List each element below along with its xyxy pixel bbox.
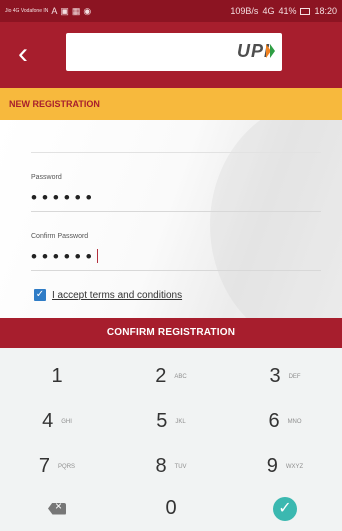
gallery-icon: ▣ xyxy=(60,5,69,16)
done-check-icon: ✓ xyxy=(273,496,297,521)
confirm-password-label: Confirm Password xyxy=(31,233,89,240)
background-swoosh xyxy=(210,120,342,318)
key-8[interactable]: 8 TUV xyxy=(114,444,228,489)
terms-link[interactable]: I accept terms and conditions xyxy=(52,290,182,301)
text-cursor xyxy=(96,249,98,263)
key-9-number: 9 xyxy=(266,455,278,477)
key-9[interactable]: 9 WXYZ xyxy=(228,444,342,489)
notification-icon: ◉ xyxy=(83,5,92,16)
key-4-number: 4 xyxy=(42,410,54,432)
key-3-number: 3 xyxy=(269,365,281,387)
key-0-number: 0 xyxy=(165,497,177,519)
key-5-number: 5 xyxy=(156,410,168,432)
message-icon: ▦ xyxy=(71,5,81,16)
password-label: Password xyxy=(31,174,62,181)
field-divider xyxy=(31,152,321,153)
confirm-password-input[interactable]: •••••• xyxy=(31,247,321,267)
key-7-letters: PQRS xyxy=(58,463,76,470)
key-8-letters: TUV xyxy=(174,463,187,470)
key-9-letters: WXYZ xyxy=(285,463,304,470)
key-3[interactable]: 3 DEF xyxy=(228,354,342,399)
battery-icon xyxy=(300,7,311,15)
key-3-letters: DEF xyxy=(288,373,301,380)
key-2-letters: ABC xyxy=(174,373,187,380)
done-key[interactable]: ✓ xyxy=(228,486,342,531)
key-5[interactable]: 5 JKL xyxy=(114,399,228,444)
battery-level: 41% xyxy=(278,6,297,16)
confirm-password-field[interactable]: Confirm Password •••••• xyxy=(31,233,321,271)
key-8-number: 8 xyxy=(155,455,167,477)
section-title: NEW REGISTRATION xyxy=(0,88,342,120)
backspace-icon xyxy=(48,502,66,515)
backspace-key[interactable] xyxy=(0,486,114,531)
password-field[interactable]: Password •••••• xyxy=(31,174,321,212)
confirm-registration-button[interactable]: CONFIRM REGISTRATION xyxy=(0,318,342,348)
network-speed: 109B/s xyxy=(230,6,259,16)
key-4-letters: GHI xyxy=(61,418,72,425)
confirm-password-underline xyxy=(31,270,321,271)
key-6-number: 6 xyxy=(268,410,280,432)
key-0[interactable]: 0 xyxy=(114,486,228,531)
key-6-letters: MNO xyxy=(287,418,302,425)
confirm-password-value: •••••• xyxy=(31,247,97,266)
password-underline xyxy=(31,211,321,212)
key-1-number: 1 xyxy=(51,365,63,387)
status-bar: Jio 4G Vodafone IN A ▣ ▦ ◉ 109B/s 4G 41%… xyxy=(0,0,342,22)
app-bar: ‹ UPI xyxy=(0,22,342,88)
upi-logo-box: UPI xyxy=(66,33,282,71)
password-input[interactable]: •••••• xyxy=(31,188,321,208)
terms-checkbox[interactable]: ✓ xyxy=(34,289,46,301)
key-5-letters: JKL xyxy=(175,418,186,425)
signal-icon: 4G xyxy=(262,6,275,16)
key-7-number: 7 xyxy=(38,455,51,477)
alert-icon: A xyxy=(51,6,58,16)
key-2[interactable]: 2 ABC xyxy=(114,354,228,399)
key-4[interactable]: 4 GHI xyxy=(0,399,114,444)
key-1[interactable]: 1 xyxy=(0,354,114,399)
carrier-label: Jio 4G Vodafone IN xyxy=(5,8,49,14)
numeric-keypad: 1 2 ABC 3 DEF 4 GHI 5 JKL 6 MNO 7 PQRS 8… xyxy=(0,348,342,531)
registration-form: Password •••••• Confirm Password •••••• … xyxy=(0,120,342,318)
key-7[interactable]: 7 PQRS xyxy=(0,444,114,489)
key-6[interactable]: 6 MNO xyxy=(228,399,342,444)
terms-checkbox-row[interactable]: ✓ I accept terms and conditions xyxy=(34,289,182,301)
back-icon[interactable]: ‹ xyxy=(6,38,40,72)
upi-arrow-icon xyxy=(266,44,275,58)
clock-time: 18:20 xyxy=(314,6,337,16)
key-2-number: 2 xyxy=(155,365,167,387)
